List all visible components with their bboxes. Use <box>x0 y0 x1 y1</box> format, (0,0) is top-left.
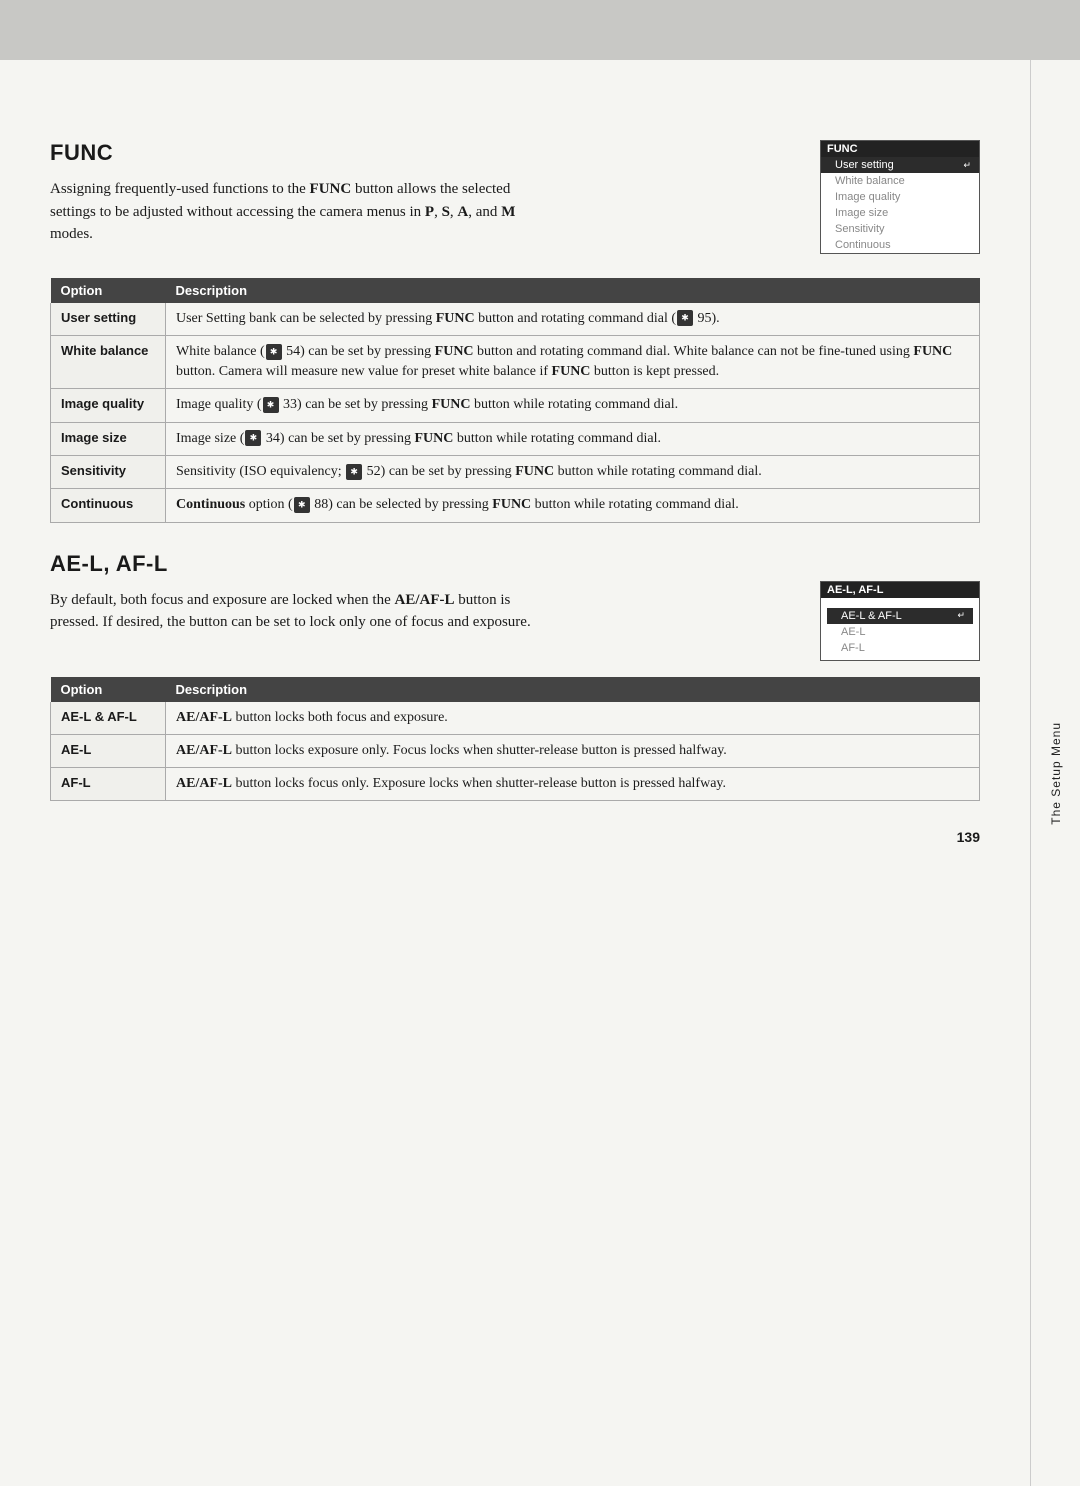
func-row5-option: Sensitivity <box>51 455 166 488</box>
func-menu-image-quality[interactable]: Image quality <box>821 189 979 205</box>
table-row: Sensitivity Sensitivity (ISO equivalency… <box>51 455 980 488</box>
ae-row2-option: AE-L <box>51 734 166 767</box>
func-row2-desc: White balance ( 54) can be set by pressi… <box>166 335 980 389</box>
func-intro-col: FUNC Assigning frequently-used functions… <box>50 140 796 262</box>
func-col1-header: Option <box>51 278 166 303</box>
ae-menu: AE-L, AF-L AE-L & AF-L AE-L AF-L <box>820 551 980 661</box>
ae-menu-aelafl[interactable]: AE-L & AF-L <box>827 608 973 624</box>
func-row3-option: Image quality <box>51 389 166 422</box>
ref-icon <box>346 464 362 480</box>
ae-intro: By default, both focus and exposure are … <box>50 589 550 634</box>
func-intro: Assigning frequently-used functions to t… <box>50 178 550 246</box>
func-menu-sensitivity[interactable]: Sensitivity <box>821 221 979 237</box>
ae-title: AE-L, AF-L <box>50 551 796 577</box>
func-menu-continuous[interactable]: Continuous <box>821 237 979 253</box>
ae-row1-option: AE-L & AF-L <box>51 702 166 735</box>
func-menu-white-balance[interactable]: White balance <box>821 173 979 189</box>
func-title: FUNC <box>50 140 796 166</box>
table-row: AE-L & AF-L AE/AF-L button locks both fo… <box>51 702 980 735</box>
table-row: AE-L AE/AF-L button locks exposure only.… <box>51 734 980 767</box>
func-row6-option: Continuous <box>51 489 166 522</box>
ae-col2-header: Description <box>166 677 980 702</box>
func-menu-title: FUNC <box>821 141 979 157</box>
func-row6-desc: Continuous option ( 88) can be selected … <box>166 489 980 522</box>
func-menu-image-size[interactable]: Image size <box>821 205 979 221</box>
table-row: Continuous Continuous option ( 88) can b… <box>51 489 980 522</box>
func-row1-desc: User Setting bank can be selected by pre… <box>166 303 980 336</box>
ae-menu-title: AE-L, AF-L <box>821 582 979 598</box>
ae-col1-header: Option <box>51 677 166 702</box>
ae-table: Option Description AE-L & AF-L AE/AF-L b… <box>50 677 980 802</box>
ae-camera-menu: AE-L, AF-L AE-L & AF-L AE-L AF-L <box>820 581 980 661</box>
ae-menu-afl[interactable]: AF-L <box>827 640 973 656</box>
table-row: User setting User Setting bank can be se… <box>51 303 980 336</box>
func-camera-menu: FUNC User setting White balance Image qu… <box>820 140 980 254</box>
ae-menu-ael[interactable]: AE-L <box>827 624 973 640</box>
func-menu-user-setting[interactable]: User setting <box>821 157 979 173</box>
ae-row2-desc: AE/AF-L button locks exposure only. Focu… <box>166 734 980 767</box>
ref-icon <box>266 344 282 360</box>
func-row4-option: Image size <box>51 422 166 455</box>
ref-icon <box>245 430 261 446</box>
table-row: White balance White balance ( 54) can be… <box>51 335 980 389</box>
func-row1-option: User setting <box>51 303 166 336</box>
func-row3-desc: Image quality ( 33) can be set by pressi… <box>166 389 980 422</box>
ref-icon <box>677 310 693 326</box>
right-sidebar: The Setup Menu <box>1030 60 1080 1486</box>
ref-icon <box>263 397 279 413</box>
ae-intro-col: AE-L, AF-L By default, both focus and ex… <box>50 551 796 650</box>
page-number: 139 <box>957 829 980 845</box>
ae-row3-option: AF-L <box>51 768 166 801</box>
table-row: Image quality Image quality ( 33) can be… <box>51 389 980 422</box>
func-row5-desc: Sensitivity (ISO equivalency; 52) can be… <box>166 455 980 488</box>
ae-row3-desc: AE/AF-L button locks focus only. Exposur… <box>166 768 980 801</box>
func-row2-option: White balance <box>51 335 166 389</box>
top-bar <box>0 0 1080 60</box>
page-content: FUNC Assigning frequently-used functions… <box>0 100 1030 1486</box>
func-table: Option Description User setting User Set… <box>50 278 980 523</box>
func-col2-header: Description <box>166 278 980 303</box>
table-row: AF-L AE/AF-L button locks focus only. Ex… <box>51 768 980 801</box>
func-section: FUNC Assigning frequently-used functions… <box>50 140 980 262</box>
ref-icon <box>294 497 310 513</box>
func-menu: FUNC User setting White balance Image qu… <box>820 140 980 254</box>
table-row: Image size Image size ( 34) can be set b… <box>51 422 980 455</box>
ae-row1-desc: AE/AF-L button locks both focus and expo… <box>166 702 980 735</box>
sidebar-label: The Setup Menu <box>1049 722 1063 825</box>
func-row4-desc: Image size ( 34) can be set by pressing … <box>166 422 980 455</box>
ae-section: AE-L, AF-L By default, both focus and ex… <box>50 551 980 661</box>
page-footer: 139 <box>50 829 980 845</box>
